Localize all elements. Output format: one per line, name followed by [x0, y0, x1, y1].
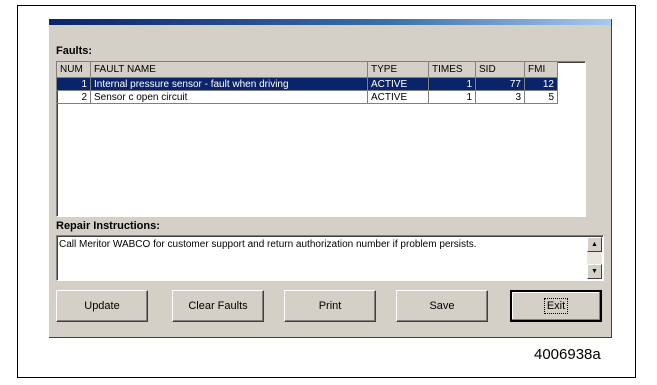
cell-fault-name: Internal pressure sensor - fault when dr…	[90, 77, 368, 91]
column-header-type[interactable]: TYPE	[367, 62, 429, 78]
print-button[interactable]: Print	[284, 290, 376, 322]
cell-fmi: 12	[524, 77, 558, 91]
cell-times: 1	[428, 77, 476, 91]
cell-times: 1	[428, 90, 476, 104]
cell-type: ACTIVE	[367, 77, 429, 91]
cell-type: ACTIVE	[367, 90, 429, 104]
update-button[interactable]: Update	[56, 290, 148, 322]
repair-instructions-label: Repair Instructions:	[56, 220, 160, 232]
cell-sid: 77	[475, 77, 525, 91]
cell-num: 1	[57, 77, 91, 91]
column-header-fmi[interactable]: FMI	[524, 62, 558, 78]
cell-fault-name: Sensor c open circuit	[90, 90, 368, 104]
repair-instructions-box[interactable]: Call Meritor WABCO for customer support …	[56, 235, 604, 281]
fault-dialog: Faults: NUM FAULT NAME TYPE TIMES SID FM…	[49, 19, 612, 338]
vertical-scrollbar[interactable]: ▲ ▼	[587, 237, 602, 279]
table-row[interactable]: 1 Internal pressure sensor - fault when …	[57, 77, 558, 91]
scroll-down-icon[interactable]: ▼	[587, 264, 602, 279]
column-header-sid[interactable]: SID	[475, 62, 525, 78]
title-bar	[49, 19, 611, 25]
faults-table[interactable]: NUM FAULT NAME TYPE TIMES SID FMI 1 Inte…	[56, 61, 586, 217]
cell-sid: 3	[475, 90, 525, 104]
table-header: NUM FAULT NAME TYPE TIMES SID FMI	[57, 62, 558, 78]
scroll-up-icon[interactable]: ▲	[587, 237, 602, 252]
table-row[interactable]: 2 Sensor c open circuit ACTIVE 1 3 5	[57, 90, 558, 104]
repair-instructions-text: Call Meritor WABCO for customer support …	[59, 239, 477, 250]
exit-button[interactable]: Exit	[510, 290, 602, 322]
cell-fmi: 5	[524, 90, 558, 104]
cell-num: 2	[57, 90, 91, 104]
save-button[interactable]: Save	[396, 290, 488, 322]
faults-label: Faults:	[56, 45, 93, 57]
column-header-times[interactable]: TIMES	[428, 62, 476, 78]
exit-button-label: Exit	[543, 298, 569, 314]
column-header-num[interactable]: NUM	[57, 62, 91, 78]
column-header-fault-name[interactable]: FAULT NAME	[90, 62, 368, 78]
clear-faults-button[interactable]: Clear Faults	[172, 290, 264, 322]
figure-id: 4006938a	[534, 346, 601, 363]
